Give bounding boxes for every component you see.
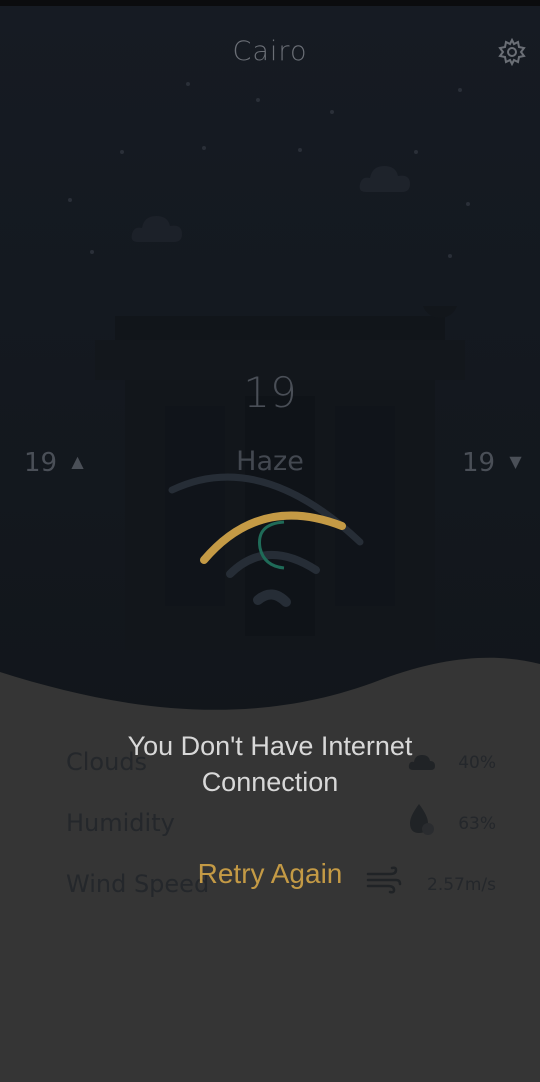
retry-button[interactable]: Retry Again bbox=[0, 858, 540, 890]
current-temperature: 19 bbox=[243, 368, 297, 417]
no-internet-message: You Don't Have Internet Connection bbox=[0, 728, 540, 800]
arrow-up-icon: ▲ bbox=[71, 452, 84, 471]
weather-background bbox=[0, 6, 540, 726]
gear-icon[interactable] bbox=[498, 38, 526, 66]
message-line-1: You Don't Have Internet bbox=[127, 731, 413, 761]
message-line-2: Connection bbox=[201, 767, 339, 797]
arrow-down-icon: ▼ bbox=[509, 452, 522, 471]
background-cloud bbox=[131, 216, 182, 242]
high-temperature-value: 19 bbox=[24, 448, 58, 478]
low-temperature-value: 19 bbox=[462, 448, 496, 478]
low-temperature: 19 ▼ bbox=[462, 448, 522, 478]
humidity-value: 63% bbox=[458, 814, 496, 834]
humidity-label: Humidity bbox=[66, 809, 175, 837]
high-temperature: 19 ▲ bbox=[24, 448, 84, 478]
wifi-off-icon bbox=[168, 473, 364, 607]
city-name: Cairo bbox=[232, 36, 308, 67]
background-cloud bbox=[359, 166, 410, 192]
